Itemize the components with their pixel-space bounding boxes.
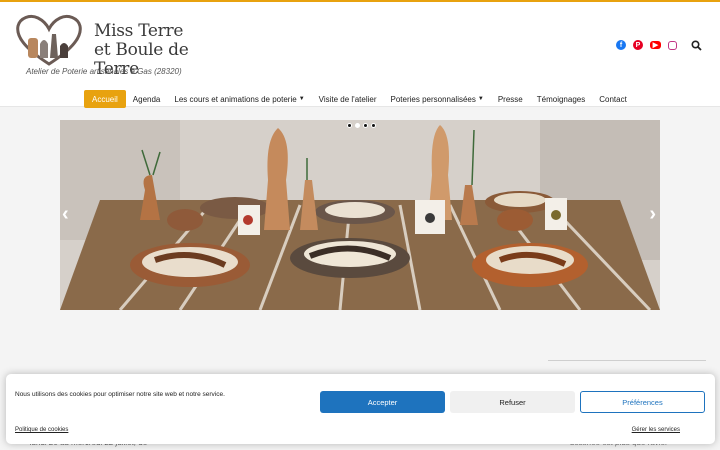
nav-item-accueil[interactable]: Accueil bbox=[84, 90, 126, 108]
pottery-table-photo bbox=[60, 120, 660, 310]
nav-item-visite[interactable]: Visite de l'atelier bbox=[312, 90, 384, 108]
nav-label: Les cours et animations de poterie bbox=[174, 94, 297, 104]
logo-line-1: Miss Terre bbox=[94, 21, 184, 41]
nav-item-agenda[interactable]: Agenda bbox=[126, 90, 168, 108]
slider-dot[interactable] bbox=[347, 123, 352, 128]
slider-dot-active[interactable] bbox=[355, 123, 360, 128]
search-icon[interactable] bbox=[690, 39, 702, 51]
social-links: f P ▶ bbox=[616, 39, 702, 51]
nav-label: Presse bbox=[497, 94, 523, 104]
main-nav: Accueil Agenda Les cours et animations d… bbox=[84, 89, 634, 109]
cookie-message: Nous utilisons des cookies pour optimise… bbox=[15, 391, 225, 398]
accept-button[interactable]: Accepter bbox=[320, 391, 445, 413]
nav-label: Agenda bbox=[132, 94, 161, 104]
instagram-icon[interactable] bbox=[668, 40, 677, 50]
slider-dot[interactable] bbox=[371, 123, 376, 128]
preferences-button[interactable]: Préférences bbox=[580, 391, 705, 413]
nav-item-contact[interactable]: Contact bbox=[592, 90, 634, 108]
chevron-down-icon: ▼ bbox=[477, 96, 484, 102]
nav-item-temoignages[interactable]: Témoignages bbox=[530, 90, 592, 108]
chevron-left-icon[interactable]: ‹ bbox=[62, 203, 69, 226]
site-logo[interactable]: Miss Terre et Boule de Terre bbox=[14, 14, 194, 79]
nav-label: Visite de l'atelier bbox=[318, 94, 377, 104]
slider-dot[interactable] bbox=[363, 123, 368, 128]
nav-item-cours[interactable]: Les cours et animations de poterie ▼ bbox=[167, 90, 311, 108]
cookie-banner: Nous utilisons des cookies pour optimise… bbox=[6, 374, 715, 444]
nav-label: Contact bbox=[599, 94, 627, 104]
image-slider[interactable]: ‹ › bbox=[60, 120, 660, 310]
site-header: Miss Terre et Boule de Terre Atelier de … bbox=[0, 2, 720, 109]
nav-label: Poteries personnalisées bbox=[390, 94, 476, 104]
nav-item-poteries[interactable]: Poteries personnalisées ▼ bbox=[384, 90, 491, 108]
nav-item-presse[interactable]: Presse bbox=[491, 90, 530, 108]
manage-services-link[interactable]: Gérer les services bbox=[632, 427, 680, 433]
nav-label: Témoignages bbox=[536, 94, 586, 104]
pinterest-icon[interactable]: P bbox=[633, 40, 643, 50]
chevron-right-icon[interactable]: › bbox=[649, 203, 656, 226]
nav-label: Accueil bbox=[92, 94, 118, 104]
slider-dots bbox=[347, 123, 376, 128]
pottery-heart-logo-icon bbox=[16, 14, 82, 66]
site-tagline: Atelier de Poterie artisanales à Gas (28… bbox=[26, 67, 182, 76]
chevron-down-icon: ▼ bbox=[298, 96, 305, 102]
sidebar-divider bbox=[548, 360, 706, 361]
refuse-button[interactable]: Refuser bbox=[450, 391, 575, 413]
cookie-policy-link[interactable]: Politique de cookies bbox=[15, 427, 68, 433]
youtube-icon[interactable]: ▶ bbox=[650, 41, 661, 49]
facebook-icon[interactable]: f bbox=[616, 40, 626, 50]
